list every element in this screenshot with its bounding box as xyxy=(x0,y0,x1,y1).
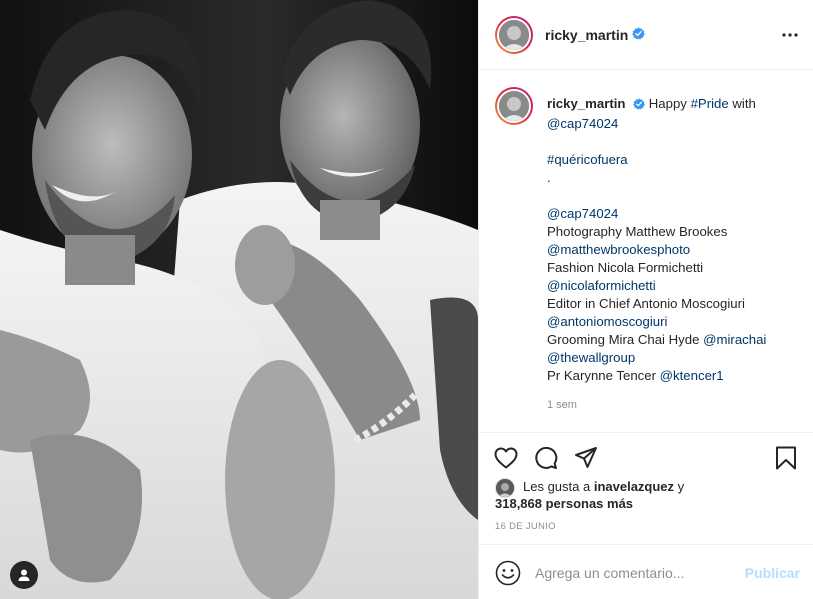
author-username[interactable]: ricky_martin xyxy=(545,27,628,43)
likes-and: y xyxy=(677,479,685,494)
caption-with: with xyxy=(732,96,756,111)
verified-badge-icon xyxy=(632,26,646,43)
avatar-image xyxy=(497,89,531,123)
user-tag-icon xyxy=(18,569,30,581)
share-button[interactable] xyxy=(573,445,599,471)
author-avatar[interactable] xyxy=(495,15,533,54)
mention-thewallgroup-link[interactable]: @thewallgroup xyxy=(547,349,799,367)
user-tags-button[interactable] xyxy=(10,561,38,589)
emoji-icon xyxy=(495,560,521,586)
mention-cap74024-link[interactable]: @cap74024 xyxy=(547,205,799,223)
post-header: ricky_martin xyxy=(479,0,813,70)
heart-icon xyxy=(494,447,518,469)
caption-photography: Photography Matthew Brookes xyxy=(547,224,728,239)
caption-time-ago[interactable]: 1 sem xyxy=(547,399,577,411)
caption-intro: Happy xyxy=(648,96,687,111)
post-caption: ricky_martin Happy #Pride with @cap74024… xyxy=(495,87,799,427)
likes-prefix: Les gusta a xyxy=(523,479,591,494)
caption-fashion: Fashion Nicola Formichetti xyxy=(547,260,704,275)
likes-line-1: Les gusta a inavelazquez y xyxy=(523,478,684,496)
mention-mirachai-link[interactable]: @mirachai xyxy=(703,332,766,347)
post-date[interactable]: 16 DE JUNIO xyxy=(495,521,556,532)
hashtag-quericofuera-link[interactable]: #quéricofuera xyxy=(547,151,799,169)
mention-matthewbrookesphoto-link[interactable]: @matthewbrookesphoto xyxy=(547,241,799,259)
post-panel: ricky_martin ricky_martin Happy #Pride w… xyxy=(478,0,813,599)
publish-button[interactable]: Publicar xyxy=(745,565,800,581)
liker-username[interactable]: inavelazquez xyxy=(594,479,674,494)
photo-illustration xyxy=(0,0,478,599)
comment-button[interactable] xyxy=(533,445,559,471)
hashtag-pride-link[interactable]: #Pride xyxy=(691,96,729,111)
paper-plane-icon xyxy=(575,447,597,468)
bookmark-icon xyxy=(776,446,796,470)
comment-input[interactable] xyxy=(535,563,735,583)
avatar-image xyxy=(497,17,531,52)
mention-nicolaformichetti-link[interactable]: @nicolaformichetti xyxy=(547,277,799,295)
likes-count[interactable]: 318,868 personas más xyxy=(495,495,633,513)
caption-text: ricky_martin Happy #Pride with @cap74024… xyxy=(547,95,799,385)
comment-bar: Publicar xyxy=(479,544,813,599)
caption-dot: . xyxy=(547,170,551,185)
caption-pr: Pr Karynne Tencer xyxy=(547,368,656,383)
caption-editor: Editor in Chief Antonio Moscogiuri xyxy=(547,296,745,311)
post-photo[interactable] xyxy=(0,0,478,599)
caption-author[interactable]: ricky_martin xyxy=(547,96,625,111)
mention-antoniomoscogiuri-link[interactable]: @antoniomoscogiuri xyxy=(547,313,799,331)
save-button[interactable] xyxy=(773,445,799,471)
caption-grooming: Grooming Mira Chai Hyde xyxy=(547,332,700,347)
caption-avatar[interactable] xyxy=(495,87,533,125)
instagram-post: ricky_martin ricky_martin Happy #Pride w… xyxy=(0,0,813,599)
mention-cap74024-link[interactable]: @cap74024 xyxy=(547,115,799,133)
like-button[interactable] xyxy=(493,445,519,471)
comment-icon xyxy=(535,446,558,469)
more-horizontal-icon xyxy=(782,33,798,37)
emoji-button[interactable] xyxy=(495,560,521,586)
mention-ktencer1-link[interactable]: @ktencer1 xyxy=(660,368,724,383)
verified-badge-icon xyxy=(633,97,645,115)
more-options-button[interactable] xyxy=(780,25,800,45)
action-bar xyxy=(479,432,813,482)
